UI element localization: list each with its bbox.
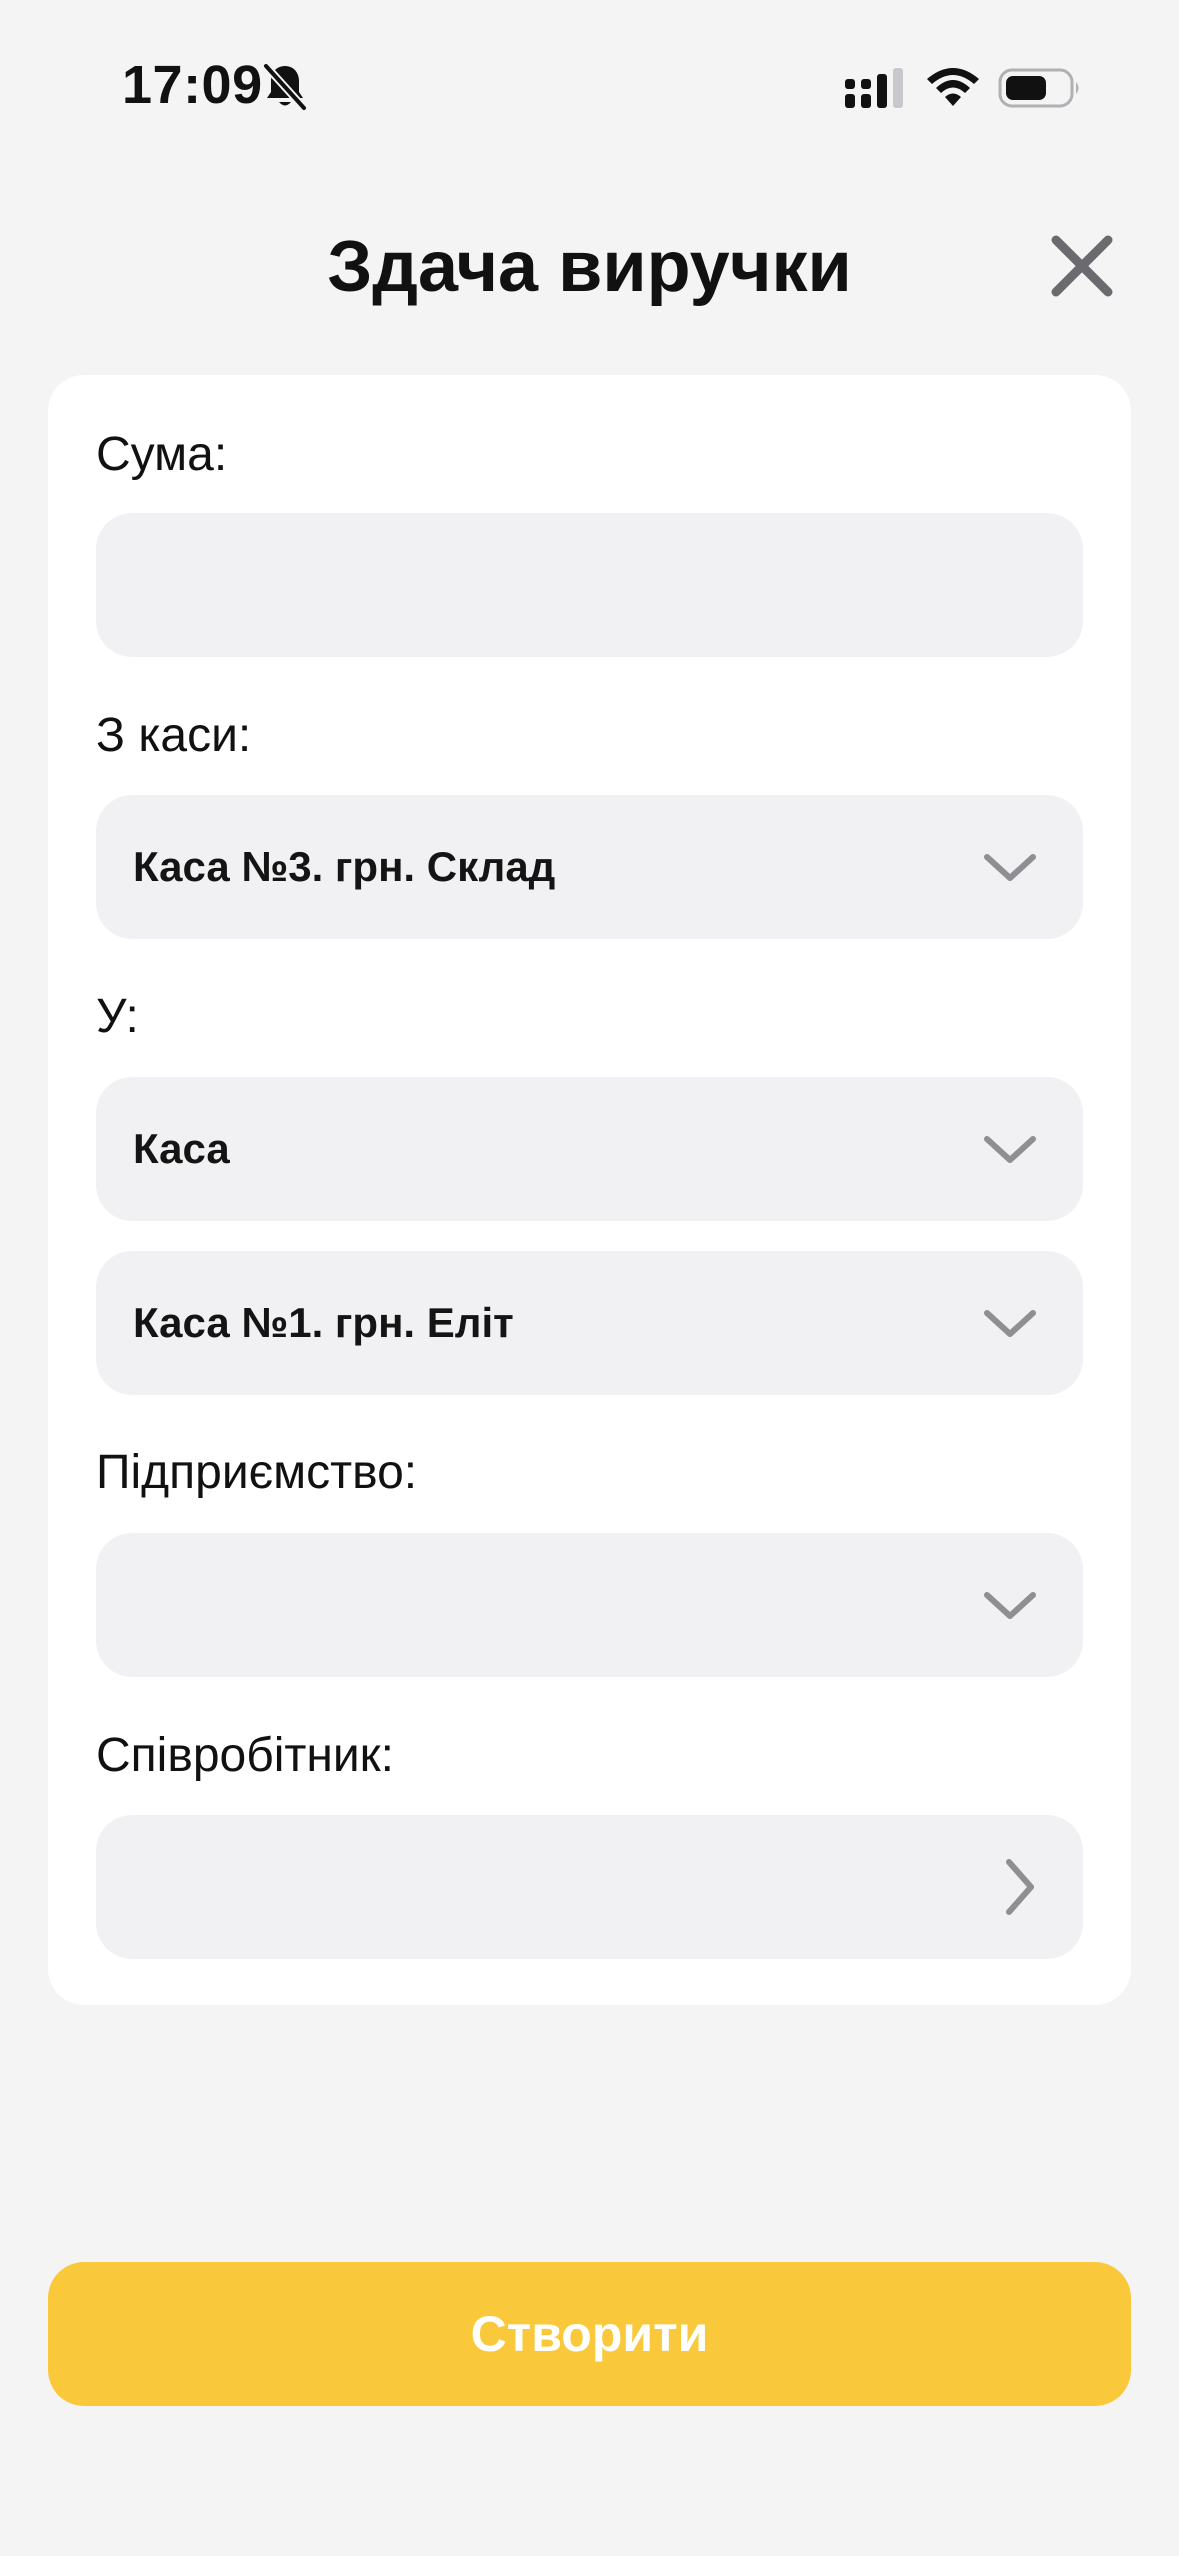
from-cashbox-value: Каса №3. грн. Склад <box>133 843 556 890</box>
close-button[interactable] <box>1046 230 1118 302</box>
chevron-down-icon <box>984 1136 1036 1163</box>
to-label: У: <box>96 990 139 1043</box>
battery-icon <box>998 68 1079 108</box>
chevron-right-icon <box>1006 1859 1034 1915</box>
chevron-down-icon <box>984 1592 1036 1619</box>
create-button[interactable]: Створити <box>48 2262 1131 2406</box>
screen: 17:09 Здача виручки Сума: З каси: Каса №… <box>0 0 1179 2556</box>
amount-label: Сума: <box>96 428 228 481</box>
close-icon <box>1051 235 1113 297</box>
bell-slash-icon <box>262 62 308 112</box>
wifi-icon <box>927 68 979 106</box>
amount-input[interactable] <box>96 513 1083 657</box>
status-bar: 17:09 <box>0 0 1179 160</box>
chevron-down-icon <box>984 1310 1036 1337</box>
create-button-label: Створити <box>470 2306 709 2362</box>
chevron-down-icon <box>984 854 1036 881</box>
to-type-value: Каса <box>133 1125 230 1172</box>
from-cashbox-label: З каси: <box>96 709 252 762</box>
page-title: Здача виручки <box>327 227 852 307</box>
from-cashbox-select[interactable]: Каса №3. грн. Склад <box>96 795 1083 939</box>
employee-label: Співробітник: <box>96 1729 395 1782</box>
cellular-signal-icon <box>845 68 903 108</box>
to-cashbox-value: Каса №1. грн. Еліт <box>133 1299 514 1346</box>
status-time: 17:09 <box>122 55 263 115</box>
enterprise-label: Підприємство: <box>96 1446 418 1499</box>
enterprise-select[interactable] <box>96 1533 1083 1677</box>
employee-picker[interactable] <box>96 1815 1083 1959</box>
to-cashbox-select[interactable]: Каса №1. грн. Еліт <box>96 1251 1083 1395</box>
to-type-select[interactable]: Каса <box>96 1077 1083 1221</box>
